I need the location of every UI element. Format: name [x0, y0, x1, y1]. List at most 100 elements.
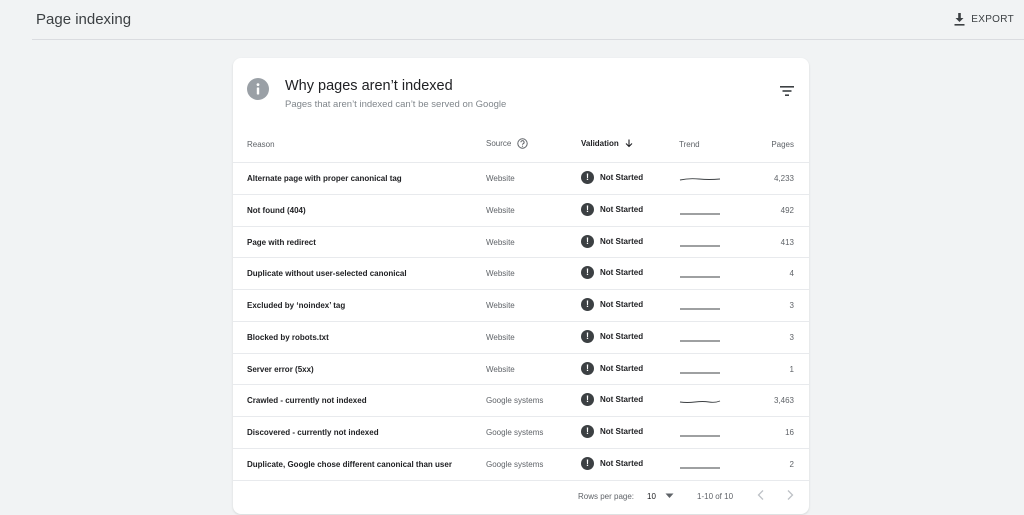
table-row[interactable]: Alternate page with proper canonical tag… [233, 163, 809, 195]
help-circle-icon[interactable] [517, 138, 529, 149]
row-validation-label: Not Started [600, 268, 644, 278]
table-row[interactable]: Crawled - currently not indexed Google sy… [233, 385, 809, 417]
row-validation-label: Not Started [600, 331, 644, 341]
trend-sparkline [680, 276, 720, 278]
row-source: Website [486, 205, 515, 215]
row-pages: 4,233 [773, 174, 794, 183]
page-title: Page indexing [36, 11, 132, 28]
row-validation: ! Not Started [581, 234, 644, 248]
table-body: Alternate page with proper canonical tag… [233, 163, 809, 481]
rows-per-page-label: Rows per page: [578, 492, 635, 501]
row-validation-label: Not Started [600, 363, 644, 373]
table-row[interactable]: Server error (5xx) Website! Not Started 1 [233, 354, 809, 386]
trend-sparkline [680, 308, 720, 310]
column-header-pages: Pages [771, 140, 794, 149]
row-source: Website [486, 174, 515, 183]
trend-sparkline [679, 400, 721, 404]
row-validation-label: Not Started [600, 458, 644, 468]
caret-down-icon[interactable] [665, 493, 674, 499]
row-pages: 3 [789, 301, 794, 310]
exclamation-icon: ! [581, 202, 594, 216]
row-validation-label: Not Started [600, 300, 644, 309]
row-validation: ! Not Started [581, 456, 644, 470]
trend-sparkline [680, 245, 720, 246]
row-reason: Crawled - currently not indexed [247, 396, 367, 406]
row-validation-label: Not Started [600, 427, 644, 436]
row-source: Website [486, 332, 515, 342]
row-reason: Blocked by robots.txt [247, 332, 329, 342]
exclamation-icon: ! [581, 361, 594, 375]
row-reason: Excluded by ‘noindex’ tag [247, 301, 346, 310]
trend-sparkline [680, 435, 720, 437]
row-validation: ! Not Started [581, 361, 644, 375]
row-reason: Page with redirect [247, 237, 316, 247]
arrow-down-icon [625, 139, 633, 148]
header-divider [32, 39, 1024, 40]
row-pages: 492 [780, 205, 794, 215]
column-header-reason: Reason [247, 140, 275, 149]
top-bar: Page indexing EXPORT [0, 0, 1024, 40]
chevron-left-icon[interactable] [756, 489, 766, 501]
row-validation: ! Not Started [581, 171, 643, 184]
row-pages: 413 [780, 237, 794, 247]
export-button[interactable]: EXPORT [954, 10, 1014, 28]
row-reason: Duplicate, Google chose different canoni… [247, 459, 452, 469]
row-reason: Discovered - currently not indexed [247, 428, 379, 437]
row-source: Website [486, 237, 515, 247]
table-row[interactable]: Duplicate, Google chose different canoni… [233, 449, 809, 481]
exclamation-icon: ! [581, 425, 594, 438]
row-pages: 3 [789, 332, 794, 342]
info-icon [247, 78, 269, 100]
row-source: Website [486, 301, 515, 310]
row-source: Google systems [486, 428, 544, 437]
row-pages: 3,463 [773, 396, 794, 406]
table-pagination: Rows per page: 10 1-10 of 10 [233, 486, 809, 508]
table-header: Reason Source Validation Trend Pages [233, 132, 809, 163]
row-pages: 4 [789, 269, 794, 279]
row-validation: ! Not Started [581, 329, 644, 343]
pagination-range: 1-10 of 10 [697, 492, 734, 501]
row-validation-label: Not Started [600, 173, 644, 182]
card-subtitle: Pages that aren’t indexed can’t be serve… [285, 99, 507, 110]
column-header-source: Source [486, 138, 529, 149]
exclamation-icon: ! [581, 329, 594, 343]
row-validation: ! Not Started [581, 425, 643, 438]
row-reason: Alternate page with proper canonical tag [247, 174, 402, 183]
exclamation-icon: ! [581, 298, 594, 311]
table-row[interactable]: Discovered - currently not indexed Google… [233, 417, 809, 449]
card-title: Why pages aren’t indexed [285, 78, 453, 94]
row-validation-label: Not Started [600, 395, 644, 405]
trend-sparkline [679, 178, 721, 181]
row-source: Website [486, 364, 515, 374]
row-pages: 1 [789, 364, 794, 374]
row-pages: 2 [789, 459, 794, 469]
table-row[interactable]: Page with redirect Website! Not Started 413 [233, 227, 809, 259]
row-validation-label: Not Started [600, 236, 644, 246]
row-source: Google systems [486, 396, 544, 406]
rows-per-page-select[interactable]: 10 [647, 492, 656, 501]
table-row[interactable]: Excluded by ‘noindex’ tag Website! Not Sta… [233, 290, 809, 322]
table-row[interactable]: Not found (404) Website ! Not Started 492 [233, 195, 809, 227]
table-row[interactable]: Duplicate without user-selected canonica… [233, 258, 809, 290]
table-row[interactable]: Blocked by robots.txt Website! Not Started… [233, 322, 809, 354]
trend-sparkline [680, 340, 720, 342]
reasons-table: Reason Source Validation Trend Pages Alt… [233, 132, 809, 481]
exclamation-icon: ! [581, 171, 594, 184]
row-reason: Not found (404) [247, 205, 306, 215]
chevron-right-icon[interactable] [785, 489, 795, 501]
row-reason: Server error (5xx) [247, 364, 314, 374]
column-header-validation[interactable]: Validation [581, 139, 633, 148]
trend-sparkline [680, 213, 720, 215]
exclamation-icon: ! [581, 266, 594, 280]
filter-icon[interactable] [780, 85, 794, 97]
exclamation-icon: ! [581, 456, 594, 470]
row-validation: ! Not Started [581, 298, 643, 311]
why-not-indexed-card: Why pages aren’t indexed Pages that aren… [233, 58, 809, 514]
row-pages: 16 [785, 428, 794, 437]
trend-sparkline [680, 372, 720, 373]
exclamation-icon: ! [581, 234, 594, 248]
row-reason: Duplicate without user-selected canonica… [247, 269, 407, 279]
row-validation: ! Not Started [581, 266, 644, 280]
row-validation: ! Not Started [581, 202, 643, 216]
download-icon [954, 12, 965, 26]
